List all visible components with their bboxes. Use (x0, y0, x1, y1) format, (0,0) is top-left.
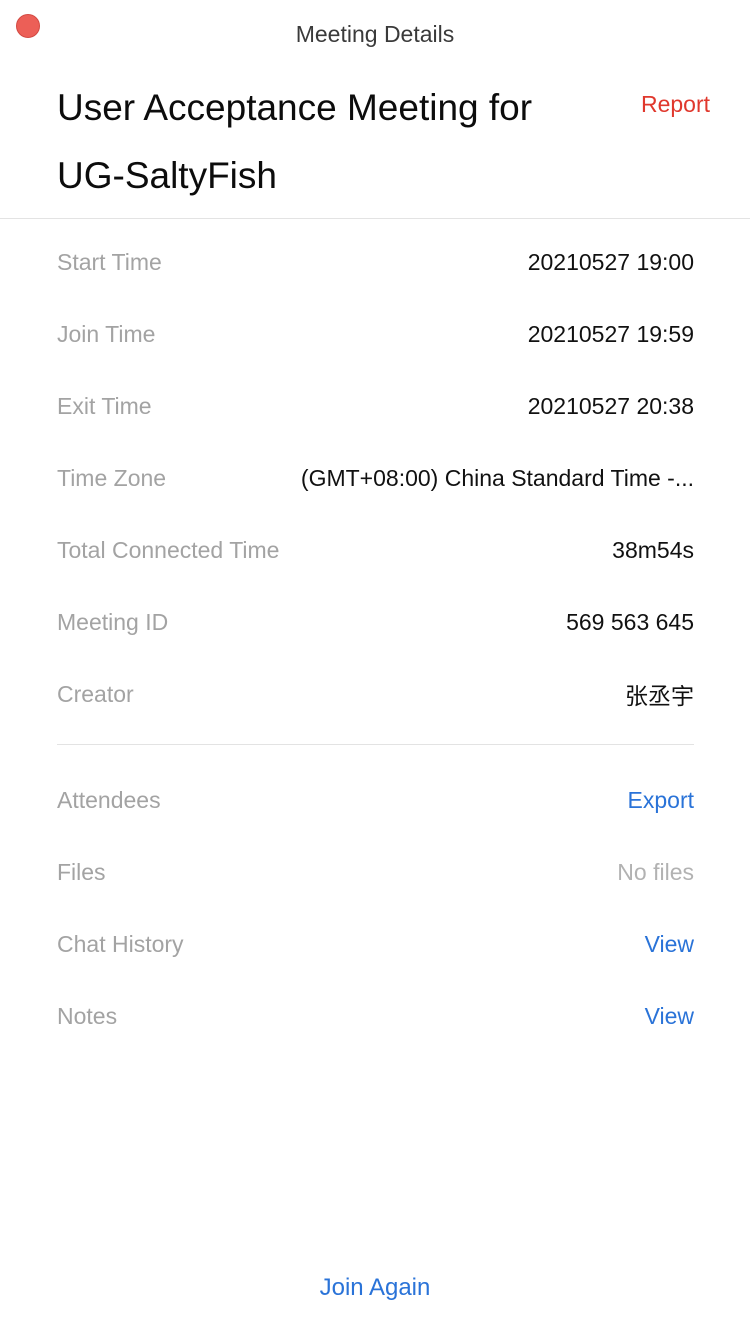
meeting-id-value[interactable]: 569 563 645 (566, 609, 694, 636)
start-time-label: Start Time (57, 248, 162, 275)
start-time-value: 20210527 19:00 (527, 248, 694, 275)
files-label: Files (57, 858, 106, 885)
exit-time-value: 20210527 20:38 (527, 392, 694, 419)
exit-time-label: Exit Time (57, 392, 152, 419)
notes-view-button[interactable]: View (645, 1003, 694, 1030)
total-connected-time-label: Total Connected Time (57, 536, 280, 563)
detail-row-start-time: Start Time 20210527 19:00 (57, 244, 694, 280)
creator-value: 张丞宇 (625, 683, 694, 709)
detail-row-time-zone: Time Zone (GMT+08:00) China Standard Tim… (57, 460, 694, 496)
resource-row-attendees: Attendees Export (57, 782, 694, 818)
window-title: Meeting Details (295, 21, 455, 47)
report-button[interactable]: Report (641, 88, 710, 120)
time-zone-value: (GMT+08:00) China Standard Time -... (300, 464, 694, 491)
meeting-details-window: Meeting Details User Acceptance Meeting … (0, 0, 750, 1334)
creator-label: Creator (57, 680, 134, 707)
detail-row-total-connected-time: Total Connected Time 38m54s (57, 532, 694, 568)
join-again-button[interactable]: Join Again (320, 1274, 431, 1301)
attendees-label: Attendees (57, 786, 161, 813)
resource-row-notes: Notes View (57, 998, 694, 1034)
meeting-id-label: Meeting ID (57, 608, 169, 635)
files-value: No files (617, 858, 694, 885)
meeting-title: User Acceptance Meeting for UG-SaltyFish (57, 87, 533, 196)
detail-row-join-time: Join Time 20210527 19:59 (57, 316, 694, 352)
chat-history-view-button[interactable]: View (645, 931, 694, 958)
section-divider (57, 744, 694, 745)
detail-row-creator: Creator 张丞宇 (57, 676, 694, 712)
join-time-label: Join Time (57, 320, 156, 347)
header-divider (0, 218, 750, 219)
detail-row-exit-time: Exit Time 20210527 20:38 (57, 388, 694, 424)
notes-label: Notes (57, 1002, 118, 1029)
detail-row-meeting-id: Meeting ID 569 563 645 (57, 604, 694, 640)
resource-row-chat-history: Chat History View (57, 926, 694, 962)
attendees-export-button[interactable]: Export (628, 787, 694, 814)
join-again-container: Join Again (0, 1272, 750, 1304)
join-time-value: 20210527 19:59 (527, 320, 694, 347)
chat-history-label: Chat History (57, 930, 184, 957)
time-zone-label: Time Zone (57, 464, 167, 491)
total-connected-time-value: 38m54s (612, 536, 694, 563)
resource-row-files: Files No files (57, 854, 694, 890)
